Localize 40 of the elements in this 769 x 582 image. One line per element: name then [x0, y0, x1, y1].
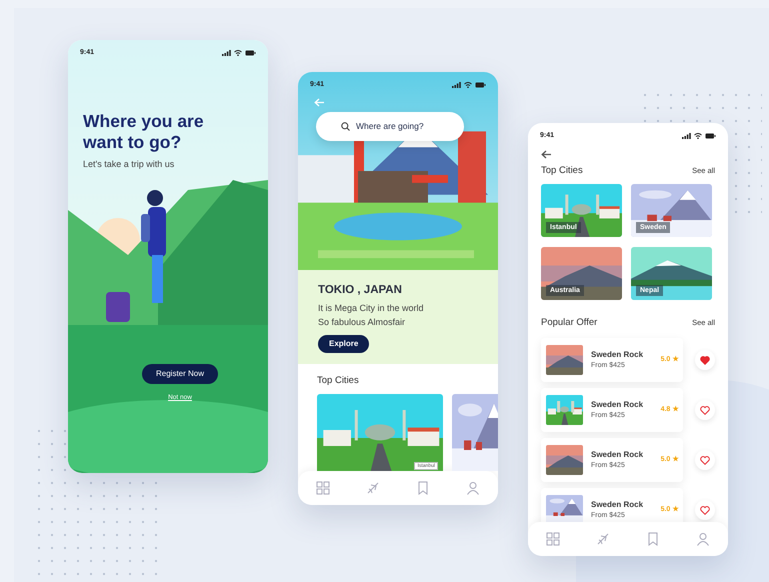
offer-name: Sweden Rock [591, 348, 644, 361]
bookmark-icon[interactable] [416, 481, 430, 495]
signal-icon [222, 50, 231, 56]
subtitle: Let's take a trip with us [83, 158, 176, 172]
section-title: Top Cities [317, 374, 360, 388]
section-title: Popular Offer [541, 316, 598, 330]
heart-icon [700, 506, 710, 514]
user-icon[interactable] [466, 481, 480, 495]
wifi-icon [234, 50, 242, 56]
user-icon[interactable] [696, 532, 710, 546]
battery-icon [475, 82, 486, 88]
offer-name: Sweden Rock [591, 398, 644, 411]
grid-icon[interactable] [316, 481, 330, 495]
wifi-icon [464, 82, 472, 88]
favorite-button[interactable] [695, 450, 715, 470]
back-arrow-icon[interactable] [541, 150, 552, 158]
grid-icon[interactable] [546, 532, 560, 546]
wifi-icon [694, 133, 702, 140]
airplane-icon[interactable] [596, 532, 610, 546]
offer-name: Sweden Rock [591, 498, 644, 511]
section-title: Top Cities [541, 164, 583, 178]
register-button[interactable]: Register Now [142, 364, 218, 384]
description: It is Mega City in the world So fabulous Almosfair [318, 302, 425, 330]
heading: Where you are want to go? [83, 110, 205, 154]
heart-icon [700, 406, 710, 414]
favorite-button[interactable] [695, 500, 715, 520]
explore-button[interactable]: Explore [318, 335, 370, 354]
offer-name: Sweden Rock [591, 448, 644, 461]
battery-icon [245, 50, 256, 56]
bookmark-icon[interactable] [646, 532, 660, 546]
signal-icon [452, 82, 461, 88]
favorite-button[interactable] [695, 400, 715, 420]
heart-icon [700, 456, 710, 464]
airplane-icon[interactable] [366, 481, 380, 495]
city-title: TOKIO , JAPAN [318, 283, 403, 298]
search-icon [341, 122, 350, 131]
battery-icon [705, 133, 716, 140]
favorite-button[interactable] [695, 350, 715, 370]
signal-icon [682, 133, 691, 140]
heart-icon [700, 356, 710, 364]
